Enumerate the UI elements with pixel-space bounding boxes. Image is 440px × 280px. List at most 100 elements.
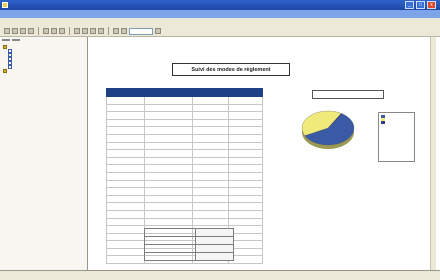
table-cell — [106, 156, 145, 166]
table-row[interactable] — [106, 202, 263, 211]
zoom-select[interactable] — [129, 27, 153, 35]
table-cell — [228, 156, 263, 166]
table-row[interactable] — [106, 156, 263, 166]
paste-icon[interactable] — [59, 28, 65, 34]
table-cell — [228, 126, 263, 135]
totals-value — [195, 236, 234, 245]
redo-icon[interactable] — [82, 28, 88, 34]
table-cell — [144, 171, 193, 181]
open-folder-icon[interactable] — [12, 28, 18, 34]
table-cell — [192, 111, 229, 120]
table-row[interactable] — [106, 118, 263, 128]
totals-row — [144, 252, 234, 261]
chart-legend — [378, 112, 415, 162]
table-cell — [144, 164, 193, 173]
table-cell — [228, 96, 263, 105]
table-cell — [106, 247, 145, 257]
table-cell — [144, 194, 193, 204]
table-cell — [228, 187, 263, 196]
table-cell — [106, 179, 145, 189]
table-cell — [192, 96, 229, 105]
table-cell — [144, 217, 193, 227]
table-cell — [106, 194, 145, 204]
column-header[interactable] — [106, 88, 145, 97]
copy-icon[interactable] — [51, 28, 57, 34]
save-icon[interactable] — [20, 28, 26, 34]
table-row[interactable] — [106, 217, 263, 227]
column-header[interactable] — [228, 88, 263, 97]
table-cell — [106, 232, 145, 242]
table-row[interactable] — [106, 171, 263, 181]
zoom-in-icon[interactable] — [113, 28, 119, 34]
column-header[interactable] — [192, 88, 229, 97]
panel-tab[interactable] — [2, 39, 10, 41]
menu-bar — [0, 18, 440, 26]
table-row[interactable] — [106, 111, 263, 120]
vertical-scrollbar[interactable] — [430, 37, 436, 270]
table-cell — [192, 156, 229, 166]
table-cell — [228, 171, 263, 181]
table-cell — [144, 209, 193, 219]
cut-icon[interactable] — [43, 28, 49, 34]
table-icon[interactable] — [98, 28, 104, 34]
table-cell — [106, 96, 145, 105]
report-icon — [8, 65, 12, 69]
table-cell — [192, 202, 229, 211]
folder-icon — [3, 45, 7, 49]
totals-value — [195, 244, 234, 253]
table-row[interactable] — [106, 133, 263, 143]
table-row[interactable] — [106, 96, 263, 105]
table-row[interactable] — [106, 194, 263, 204]
table-cell — [106, 133, 145, 143]
totals-row — [144, 228, 234, 237]
report-title: Suivi des modes de règlement — [172, 63, 290, 76]
table-cell — [228, 217, 263, 227]
table-cell — [228, 194, 263, 204]
table-cell — [106, 209, 145, 219]
totals-table — [144, 228, 234, 261]
table-cell — [106, 240, 145, 249]
table-cell — [192, 103, 229, 113]
pie-chart — [301, 110, 355, 149]
column-header[interactable] — [144, 88, 193, 97]
close-button[interactable]: x — [427, 1, 436, 9]
table-row[interactable] — [106, 187, 263, 196]
table-row[interactable] — [106, 103, 263, 113]
table-cell — [192, 118, 229, 128]
folder-icon — [3, 69, 7, 73]
maximize-button[interactable]: □ — [416, 1, 425, 9]
table-cell — [192, 133, 229, 143]
table-cell — [144, 187, 193, 196]
totals-label — [144, 244, 196, 253]
totals-row — [144, 236, 234, 245]
toolbar-separator — [38, 27, 39, 35]
table-cell — [144, 111, 193, 120]
minimize-button[interactable]: _ — [405, 1, 414, 9]
table-cell — [144, 141, 193, 151]
zoom-out-icon[interactable] — [121, 28, 127, 34]
table-cell — [228, 164, 263, 173]
new-document-icon[interactable] — [4, 28, 10, 34]
toolbar — [0, 26, 440, 37]
table-cell — [106, 187, 145, 196]
table-row[interactable] — [106, 179, 263, 189]
table-row[interactable] — [106, 149, 263, 158]
table-cell — [106, 126, 145, 135]
table-cell — [144, 103, 193, 113]
help-icon[interactable] — [155, 28, 161, 34]
print-icon[interactable] — [28, 28, 34, 34]
table-row[interactable] — [106, 126, 263, 135]
table-row[interactable] — [106, 164, 263, 173]
toolbar-separator — [108, 27, 109, 35]
panel-tab[interactable] — [12, 39, 20, 41]
table-row[interactable] — [106, 209, 263, 219]
toolbar-separator — [69, 27, 70, 35]
table-cell — [228, 111, 263, 120]
table-cell — [144, 149, 193, 158]
tree-item[interactable] — [3, 69, 87, 73]
table-cell — [192, 217, 229, 227]
chart-icon[interactable] — [90, 28, 96, 34]
table-row[interactable] — [106, 141, 263, 151]
table-cell — [228, 179, 263, 189]
undo-icon[interactable] — [74, 28, 80, 34]
